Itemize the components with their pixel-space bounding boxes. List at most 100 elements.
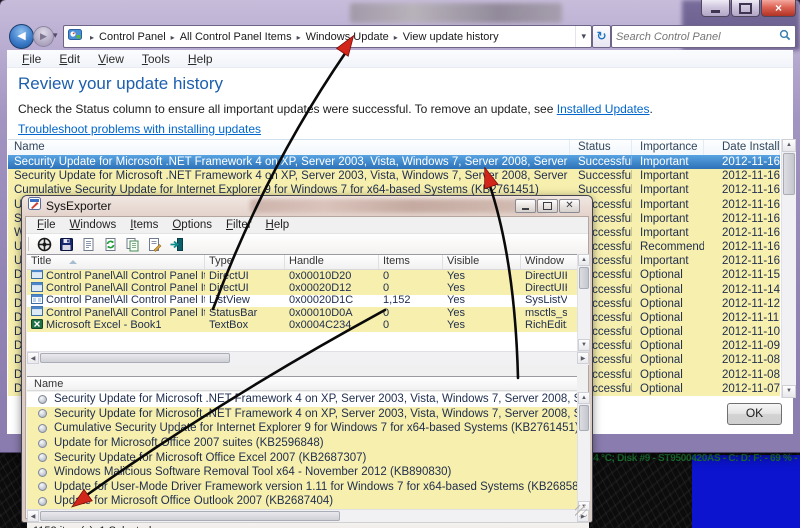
window-list-row[interactable]: Control Panel\All Control Panel Items\Wi… (27, 293, 589, 308)
update-list-scrollbar[interactable]: ▲ ▼ (781, 139, 796, 398)
column-header-date-installed[interactable]: Date Installed (704, 140, 780, 156)
menu-item-help[interactable]: Help (179, 52, 222, 66)
column-header-title[interactable]: Title (27, 255, 205, 269)
menu-item-file[interactable]: File (13, 52, 50, 66)
installed-updates-link[interactable]: Installed Updates (557, 102, 650, 116)
scrollbar-thumb[interactable] (40, 511, 340, 521)
breadcrumb-item[interactable]: Windows Update (306, 31, 389, 43)
properties-icon[interactable] (146, 236, 162, 252)
scroll-right-icon[interactable]: ▶ (577, 352, 589, 364)
cell-imp: Optional (640, 269, 683, 282)
cell-visible: Yes (447, 294, 465, 307)
column-header-type[interactable]: Type (205, 255, 285, 269)
maximize-button[interactable] (731, 0, 760, 17)
exported-item-row[interactable]: Update for Microsoft Office 2007 suites … (27, 435, 577, 451)
breadcrumb-dropdown-icon[interactable]: ▾ (575, 26, 591, 47)
scroll-left-icon[interactable]: ◀ (27, 510, 39, 522)
exported-item-row[interactable]: Security Update for Microsoft .NET Frame… (27, 406, 577, 422)
window-list-vscrollbar[interactable]: ▲ ▼ (577, 254, 590, 351)
column-header-visible[interactable]: Visible (443, 255, 521, 269)
exported-item-row[interactable]: Security Update for Microsoft Office Exc… (27, 450, 577, 465)
exit-icon[interactable] (168, 236, 184, 252)
scroll-left-icon[interactable]: ◀ (27, 352, 39, 364)
window-list-rows: Control Panel\All Control Panel Items\Wi… (27, 270, 589, 332)
screen: 34 °C; Disk #9 - ST9500420AS - C: D: F: … (0, 0, 800, 528)
items-pane-vscrollbar[interactable]: ▲ ▼ (577, 392, 590, 513)
sysexporter-minimize-button[interactable] (515, 199, 536, 213)
breadcrumb-item[interactable]: View update history (403, 31, 499, 43)
sysexporter-titlebar[interactable]: SysExporter ✕ (22, 196, 592, 216)
cell-date: 2012-11-16 (722, 184, 780, 197)
forward-button[interactable]: ▶ (33, 26, 54, 47)
search-input[interactable] (612, 30, 779, 43)
cell-class: DirectUIHWN (525, 282, 567, 295)
refresh-button[interactable]: ↻ (592, 25, 611, 48)
resize-grip[interactable] (575, 505, 587, 517)
refresh-icon[interactable] (102, 236, 118, 252)
menu-item-edit[interactable]: Edit (50, 52, 89, 66)
column-header-window-class[interactable]: Window Clas (521, 255, 567, 269)
window-list-hscrollbar[interactable]: ◀ ▶ (27, 351, 589, 365)
scrollbar-thumb[interactable] (579, 405, 589, 431)
cell-visible: Yes (447, 319, 465, 332)
copy-icon[interactable] (124, 236, 140, 252)
items-pane-header[interactable]: Name (27, 376, 577, 391)
menu-item-help[interactable]: Help (259, 219, 297, 231)
menu-item-filter[interactable]: Filter (219, 219, 259, 231)
scroll-down-icon[interactable]: ▼ (782, 385, 796, 398)
exported-item-row[interactable]: Security Update for Microsoft .NET Frame… (27, 392, 577, 407)
cell-imp: Optional (640, 283, 683, 296)
save-icon[interactable] (58, 236, 74, 252)
scroll-up-icon[interactable]: ▲ (578, 254, 590, 266)
exported-item-row[interactable]: Update for Microsoft Office Outlook 2007… (27, 494, 577, 509)
report-icon[interactable] (80, 236, 96, 252)
search-icon (779, 28, 791, 46)
recent-pages-dropdown[interactable]: ▾ (53, 30, 58, 41)
breadcrumb-item[interactable]: All Control Panel Items (180, 31, 292, 43)
column-header-items[interactable]: Items (379, 255, 443, 269)
close-button[interactable]: × (761, 0, 796, 17)
update-row[interactable]: Security Update for Microsoft .NET Frame… (8, 155, 780, 170)
scrollbar-thumb[interactable] (579, 267, 589, 289)
cell-handle: 0x00020D1C (289, 294, 354, 307)
items-pane-hscrollbar[interactable]: ◀ ▶ (27, 509, 589, 523)
exported-item-row[interactable]: Cumulative Security Update for Internet … (27, 421, 577, 436)
exported-item-row[interactable]: Windows Malicious Software Removal Tool … (27, 464, 577, 480)
back-button[interactable]: ◀ (9, 24, 34, 49)
scrollbar-thumb[interactable] (40, 353, 230, 363)
scrollbar-thumb[interactable] (783, 153, 795, 195)
page-description: Check the Status column to ensure all im… (18, 102, 653, 116)
sysexporter-restore-button[interactable] (537, 199, 558, 213)
cell-handle: 0x00010D0A (289, 306, 353, 319)
exported-item-row[interactable]: Update for User-Mode Driver Framework ve… (27, 479, 577, 495)
column-header-status[interactable]: Status (570, 140, 632, 156)
items-pane-rows: Security Update for Microsoft .NET Frame… (27, 392, 577, 513)
menu-item-tools[interactable]: Tools (133, 52, 179, 66)
window-list-row[interactable]: Microsoft Excel - Book1 TextBox 0x0004C234… (27, 318, 589, 332)
menu-item-file[interactable]: File (30, 219, 63, 231)
update-row[interactable]: Security Update for Microsoft .NET Frame… (8, 169, 780, 184)
column-header-importance[interactable]: Importance (632, 140, 704, 156)
scroll-up-icon[interactable]: ▲ (578, 392, 590, 404)
menu-item-options[interactable]: Options (165, 219, 219, 231)
troubleshoot-link[interactable]: Troubleshoot problems with installing up… (18, 122, 261, 136)
window-list-row[interactable]: Control Panel\All Control Panel Items\Wi… (27, 281, 589, 295)
column-header-name[interactable]: Name (8, 140, 570, 156)
item-bullet-icon (38, 467, 47, 477)
scroll-down-icon[interactable]: ▼ (578, 339, 590, 351)
menu-item-windows[interactable]: Windows (63, 219, 124, 231)
cell-type: DirectUI (209, 282, 249, 295)
window-list-row[interactable]: Control Panel\All Control Panel Items\Wi… (27, 306, 589, 320)
caption-buttons: × (700, 0, 796, 17)
breadcrumb-item[interactable]: Control Panel (99, 31, 166, 43)
minimize-button[interactable] (701, 0, 730, 17)
menu-item-items[interactable]: Items (123, 219, 165, 231)
breadcrumb[interactable]: ▸ Control Panel ▸ All Control Panel Items ▸ W… (63, 25, 592, 48)
menu-item-view[interactable]: View (89, 52, 133, 66)
ok-button[interactable]: OK (727, 403, 782, 425)
drag-target-icon[interactable] (36, 236, 52, 252)
sysexporter-close-button[interactable]: ✕ (559, 199, 580, 213)
window-list-row[interactable]: Control Panel\All Control Panel Items\Wi… (27, 270, 589, 283)
column-header-handle[interactable]: Handle (285, 255, 379, 269)
scroll-up-icon[interactable]: ▲ (782, 139, 796, 152)
